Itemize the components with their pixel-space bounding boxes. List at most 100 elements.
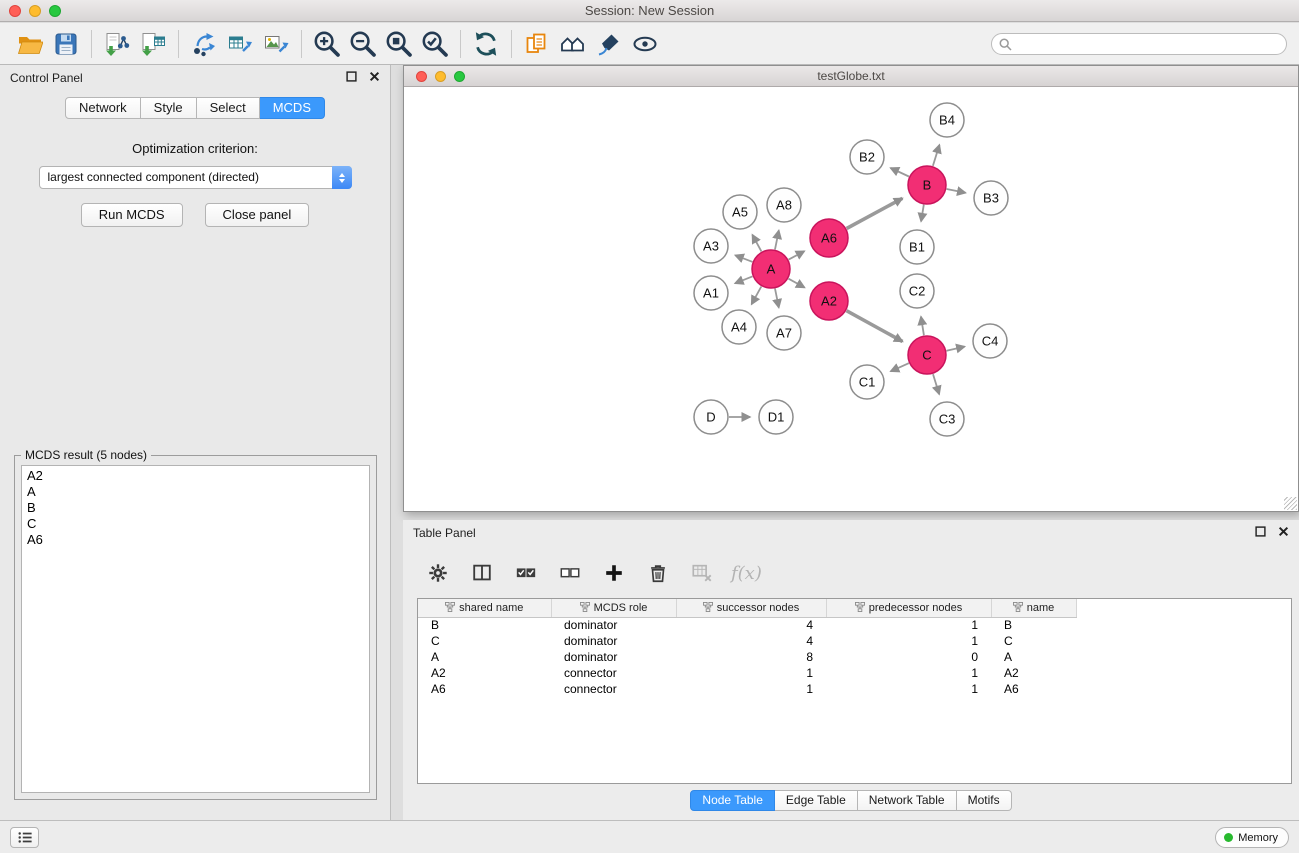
- edge-A2-C[interactable]: [847, 311, 903, 342]
- table-cell[interactable]: 1: [826, 633, 991, 649]
- edge-A-A5[interactable]: [752, 235, 761, 252]
- zoom-out-button[interactable]: [345, 27, 381, 61]
- select-all-columns-button[interactable]: [511, 558, 541, 588]
- close-panel-button[interactable]: Close panel: [205, 203, 310, 227]
- table-cell[interactable]: dominator: [551, 633, 676, 649]
- result-item[interactable]: A6: [27, 532, 364, 548]
- network-canvas[interactable]: B4B2BB3A8A5A6A3B1AC2A1A2A4A7C4CC1DD1C3: [404, 87, 1298, 511]
- function-builder-button[interactable]: f(x): [731, 563, 762, 584]
- zoom-window-button[interactable]: [49, 5, 61, 17]
- zoom-network-window-button[interactable]: [454, 71, 465, 82]
- home-button[interactable]: [555, 27, 591, 61]
- table-cell[interactable]: 4: [676, 633, 826, 649]
- table-row[interactable]: Cdominator41C: [418, 633, 1291, 649]
- table-cell[interactable]: 8: [676, 649, 826, 665]
- minimize-window-button[interactable]: [29, 5, 41, 17]
- task-history-button[interactable]: [10, 827, 39, 848]
- tab-network[interactable]: Network: [65, 97, 141, 119]
- table-cell[interactable]: A: [418, 649, 551, 665]
- graph-node-A2[interactable]: A2: [810, 282, 848, 320]
- float-table-panel-button[interactable]: [1255, 526, 1267, 538]
- table-cell[interactable]: connector: [551, 665, 676, 681]
- result-item[interactable]: A: [27, 484, 364, 500]
- tab-mcds[interactable]: MCDS: [260, 97, 325, 119]
- optimization-dropdown[interactable]: largest connected component (directed): [39, 166, 352, 189]
- table-cell[interactable]: 1: [676, 665, 826, 681]
- tab-node-table[interactable]: Node Table: [690, 790, 775, 811]
- show-columns-button[interactable]: [467, 558, 497, 588]
- graph-node-C3[interactable]: C3: [930, 402, 964, 436]
- table-cell[interactable]: A2: [418, 665, 551, 681]
- graph-node-A6[interactable]: A6: [810, 219, 848, 257]
- tab-select[interactable]: Select: [197, 97, 260, 119]
- result-item[interactable]: C: [27, 516, 364, 532]
- graph-node-A3[interactable]: A3: [694, 229, 728, 263]
- graph-node-A7[interactable]: A7: [767, 316, 801, 350]
- annotations-button[interactable]: [591, 27, 627, 61]
- search-input[interactable]: [1016, 37, 1271, 51]
- table-cell[interactable]: 4: [676, 617, 826, 633]
- edge-B-B3[interactable]: [947, 189, 966, 193]
- delete-table-button[interactable]: [687, 558, 717, 588]
- table-mode-button[interactable]: [423, 558, 453, 588]
- new-network-from-selection-button[interactable]: [186, 27, 222, 61]
- graph-node-B1[interactable]: B1: [900, 230, 934, 264]
- table-row[interactable]: Adominator80A: [418, 649, 1291, 665]
- open-file-button[interactable]: [12, 27, 48, 61]
- table-cell[interactable]: C: [418, 633, 551, 649]
- edge-A6-B[interactable]: [847, 198, 903, 228]
- resize-grip[interactable]: [1284, 497, 1297, 510]
- edge-C-C3[interactable]: [933, 374, 939, 394]
- table-cell[interactable]: A2: [991, 665, 1076, 681]
- edge-A-A1[interactable]: [735, 276, 752, 283]
- close-control-panel-button[interactable]: [369, 71, 381, 83]
- graph-node-A5[interactable]: A5: [723, 195, 757, 229]
- float-panel-button[interactable]: [346, 71, 358, 83]
- edge-C-C4[interactable]: [947, 347, 965, 351]
- run-mcds-button[interactable]: Run MCDS: [81, 203, 183, 227]
- import-table-from-file-button[interactable]: [135, 27, 171, 61]
- table-row[interactable]: A6connector11A6: [418, 681, 1291, 697]
- minimize-network-window-button[interactable]: [435, 71, 446, 82]
- graph-node-C4[interactable]: C4: [973, 324, 1007, 358]
- edge-B-B4[interactable]: [933, 145, 940, 166]
- graph-node-A[interactable]: A: [752, 250, 790, 288]
- table-cell[interactable]: A6: [418, 681, 551, 697]
- table-cell[interactable]: 0: [826, 649, 991, 665]
- close-table-panel-button[interactable]: [1278, 526, 1290, 538]
- table-cell[interactable]: connector: [551, 681, 676, 697]
- close-window-button[interactable]: [9, 5, 21, 17]
- result-item[interactable]: B: [27, 500, 364, 516]
- graph-node-A4[interactable]: A4: [722, 310, 756, 344]
- tab-edge-table[interactable]: Edge Table: [775, 790, 858, 811]
- tab-network-table[interactable]: Network Table: [858, 790, 957, 811]
- table-cell[interactable]: 1: [676, 681, 826, 697]
- edge-C-C2[interactable]: [921, 317, 924, 336]
- table-row[interactable]: A2connector11A2: [418, 665, 1291, 681]
- table-row[interactable]: Bdominator41B: [418, 617, 1291, 633]
- documents-button[interactable]: [519, 27, 555, 61]
- table-cell[interactable]: dominator: [551, 649, 676, 665]
- save-session-button[interactable]: [48, 27, 84, 61]
- table-cell[interactable]: A: [991, 649, 1076, 665]
- zoom-selected-region-button[interactable]: [417, 27, 453, 61]
- tab-motifs[interactable]: Motifs: [957, 790, 1012, 811]
- graph-node-B2[interactable]: B2: [850, 140, 884, 174]
- graph-node-C1[interactable]: C1: [850, 365, 884, 399]
- graph-node-D[interactable]: D: [694, 400, 728, 434]
- zoom-in-button[interactable]: [309, 27, 345, 61]
- table-cell[interactable]: B: [991, 617, 1076, 633]
- tab-style[interactable]: Style: [141, 97, 197, 119]
- column-header-name[interactable]: name: [991, 599, 1076, 617]
- zoom-fit-content-button[interactable]: [381, 27, 417, 61]
- table-cell[interactable]: A6: [991, 681, 1076, 697]
- column-header-shared-name[interactable]: shared name: [418, 599, 551, 617]
- graph-node-A8[interactable]: A8: [767, 188, 801, 222]
- apply-layout-button[interactable]: [468, 27, 504, 61]
- column-header-successor-nodes[interactable]: successor nodes: [676, 599, 826, 617]
- graph-node-B4[interactable]: B4: [930, 103, 964, 137]
- graph-node-C[interactable]: C: [908, 336, 946, 374]
- import-network-from-file-button[interactable]: [99, 27, 135, 61]
- graph-node-A1[interactable]: A1: [694, 276, 728, 310]
- close-network-window-button[interactable]: [416, 71, 427, 82]
